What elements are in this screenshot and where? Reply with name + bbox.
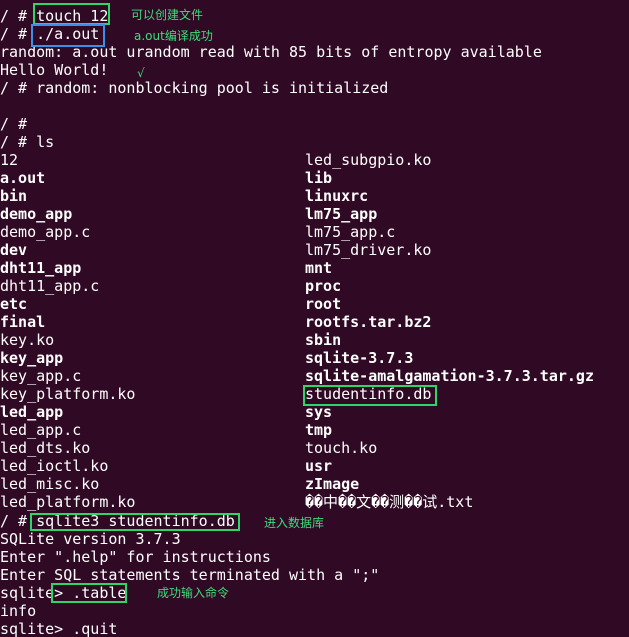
ls-entry-left: key.ko xyxy=(0,331,55,349)
ls-entry-left: final xyxy=(0,313,46,331)
ls-entry-right: sqlite-amalgamation-3.7.3.tar.gz xyxy=(305,367,594,385)
ls-entry-left: dht11_app.c xyxy=(0,277,100,295)
ls-entry-left: led_platform.ko xyxy=(0,493,136,511)
highlight-table-box xyxy=(51,583,127,603)
annotation-table: 成功输入命令 xyxy=(157,586,230,600)
ls-entry-right: usr xyxy=(305,457,333,475)
ls-entry-left: led_app xyxy=(0,403,64,421)
annotation-touch: 可以创建文件 xyxy=(131,8,204,22)
ls-entry-right: zImage xyxy=(305,475,360,493)
ls-entry-right: led_subgpio.ko xyxy=(305,151,432,169)
ls-entry-right: mnt xyxy=(305,259,333,277)
terminal-line-sqlite-version: SQLite version 3.7.3 xyxy=(0,530,181,548)
annotation-aout: a.out编译成功 xyxy=(134,29,213,43)
ls-entry-left: led_misc.ko xyxy=(0,475,100,493)
ls-entry-right: linuxrc xyxy=(305,187,369,205)
ls-entry-right: lm75_driver.ko xyxy=(305,241,432,259)
ls-entry-right: ��中��文��测��试.txt xyxy=(305,493,474,511)
terminal-line-ls: / # ls xyxy=(0,133,55,151)
terminal-line-help: Enter ".help" for instructions xyxy=(0,548,271,566)
ls-entry-left: bin xyxy=(0,187,28,205)
ls-entry-left: 12 xyxy=(0,151,19,169)
ls-entry-left: a.out xyxy=(0,169,46,187)
highlight-sqlite3-box xyxy=(30,513,240,531)
ls-entry-left: key_app.c xyxy=(0,367,82,385)
ls-entry-left: led_ioctl.ko xyxy=(0,457,109,475)
highlight-studentinfo-box xyxy=(303,385,437,406)
ls-entry-right: lib xyxy=(305,169,333,187)
terminal-line-hello: Hello World! xyxy=(0,61,109,79)
terminal-line-enter-sql: Enter SQL statements terminated with a "… xyxy=(0,566,380,584)
terminal-line-pool: / # random: nonblocking pool is initiali… xyxy=(0,79,389,97)
ls-entry-left: dev xyxy=(0,241,28,259)
ls-entry-right: proc xyxy=(305,277,342,295)
ls-entry-left: key_platform.ko xyxy=(0,385,136,403)
annotation-sqlite: 进入数据库 xyxy=(264,516,325,530)
annotation-check: √ xyxy=(137,66,145,80)
terminal-window[interactable]: / # touch 12 / # ./a.out random: a.out u… xyxy=(0,0,629,637)
ls-entry-left: led_dts.ko xyxy=(0,439,91,457)
ls-entry-left: demo_app.c xyxy=(0,223,91,241)
ls-entry-right: lm75_app.c xyxy=(305,223,396,241)
ls-entry-right: rootfs.tar.bz2 xyxy=(305,313,432,331)
ls-entry-right: touch.ko xyxy=(305,439,378,457)
ls-entry-left: etc xyxy=(0,295,28,313)
ls-entry-left: demo_app xyxy=(0,205,73,223)
ls-entry-right: sbin xyxy=(305,331,342,349)
ls-entry-left: led_app.c xyxy=(0,421,82,439)
terminal-line-prompt: / # xyxy=(0,115,28,133)
ls-entry-right: root xyxy=(305,295,342,313)
ls-entry-right: tmp xyxy=(305,421,333,439)
highlight-aout-box xyxy=(31,24,105,47)
ls-entry-right: lm75_app xyxy=(305,205,378,223)
highlight-touch-box xyxy=(33,3,110,25)
ls-entry-left: dht11_app xyxy=(0,259,82,277)
terminal-line-quit: sqlite> .quit xyxy=(0,620,118,637)
terminal-line-info: info xyxy=(0,602,37,620)
ls-entry-left: key_app xyxy=(0,349,64,367)
ls-entry-right: sqlite-3.7.3 xyxy=(305,349,414,367)
